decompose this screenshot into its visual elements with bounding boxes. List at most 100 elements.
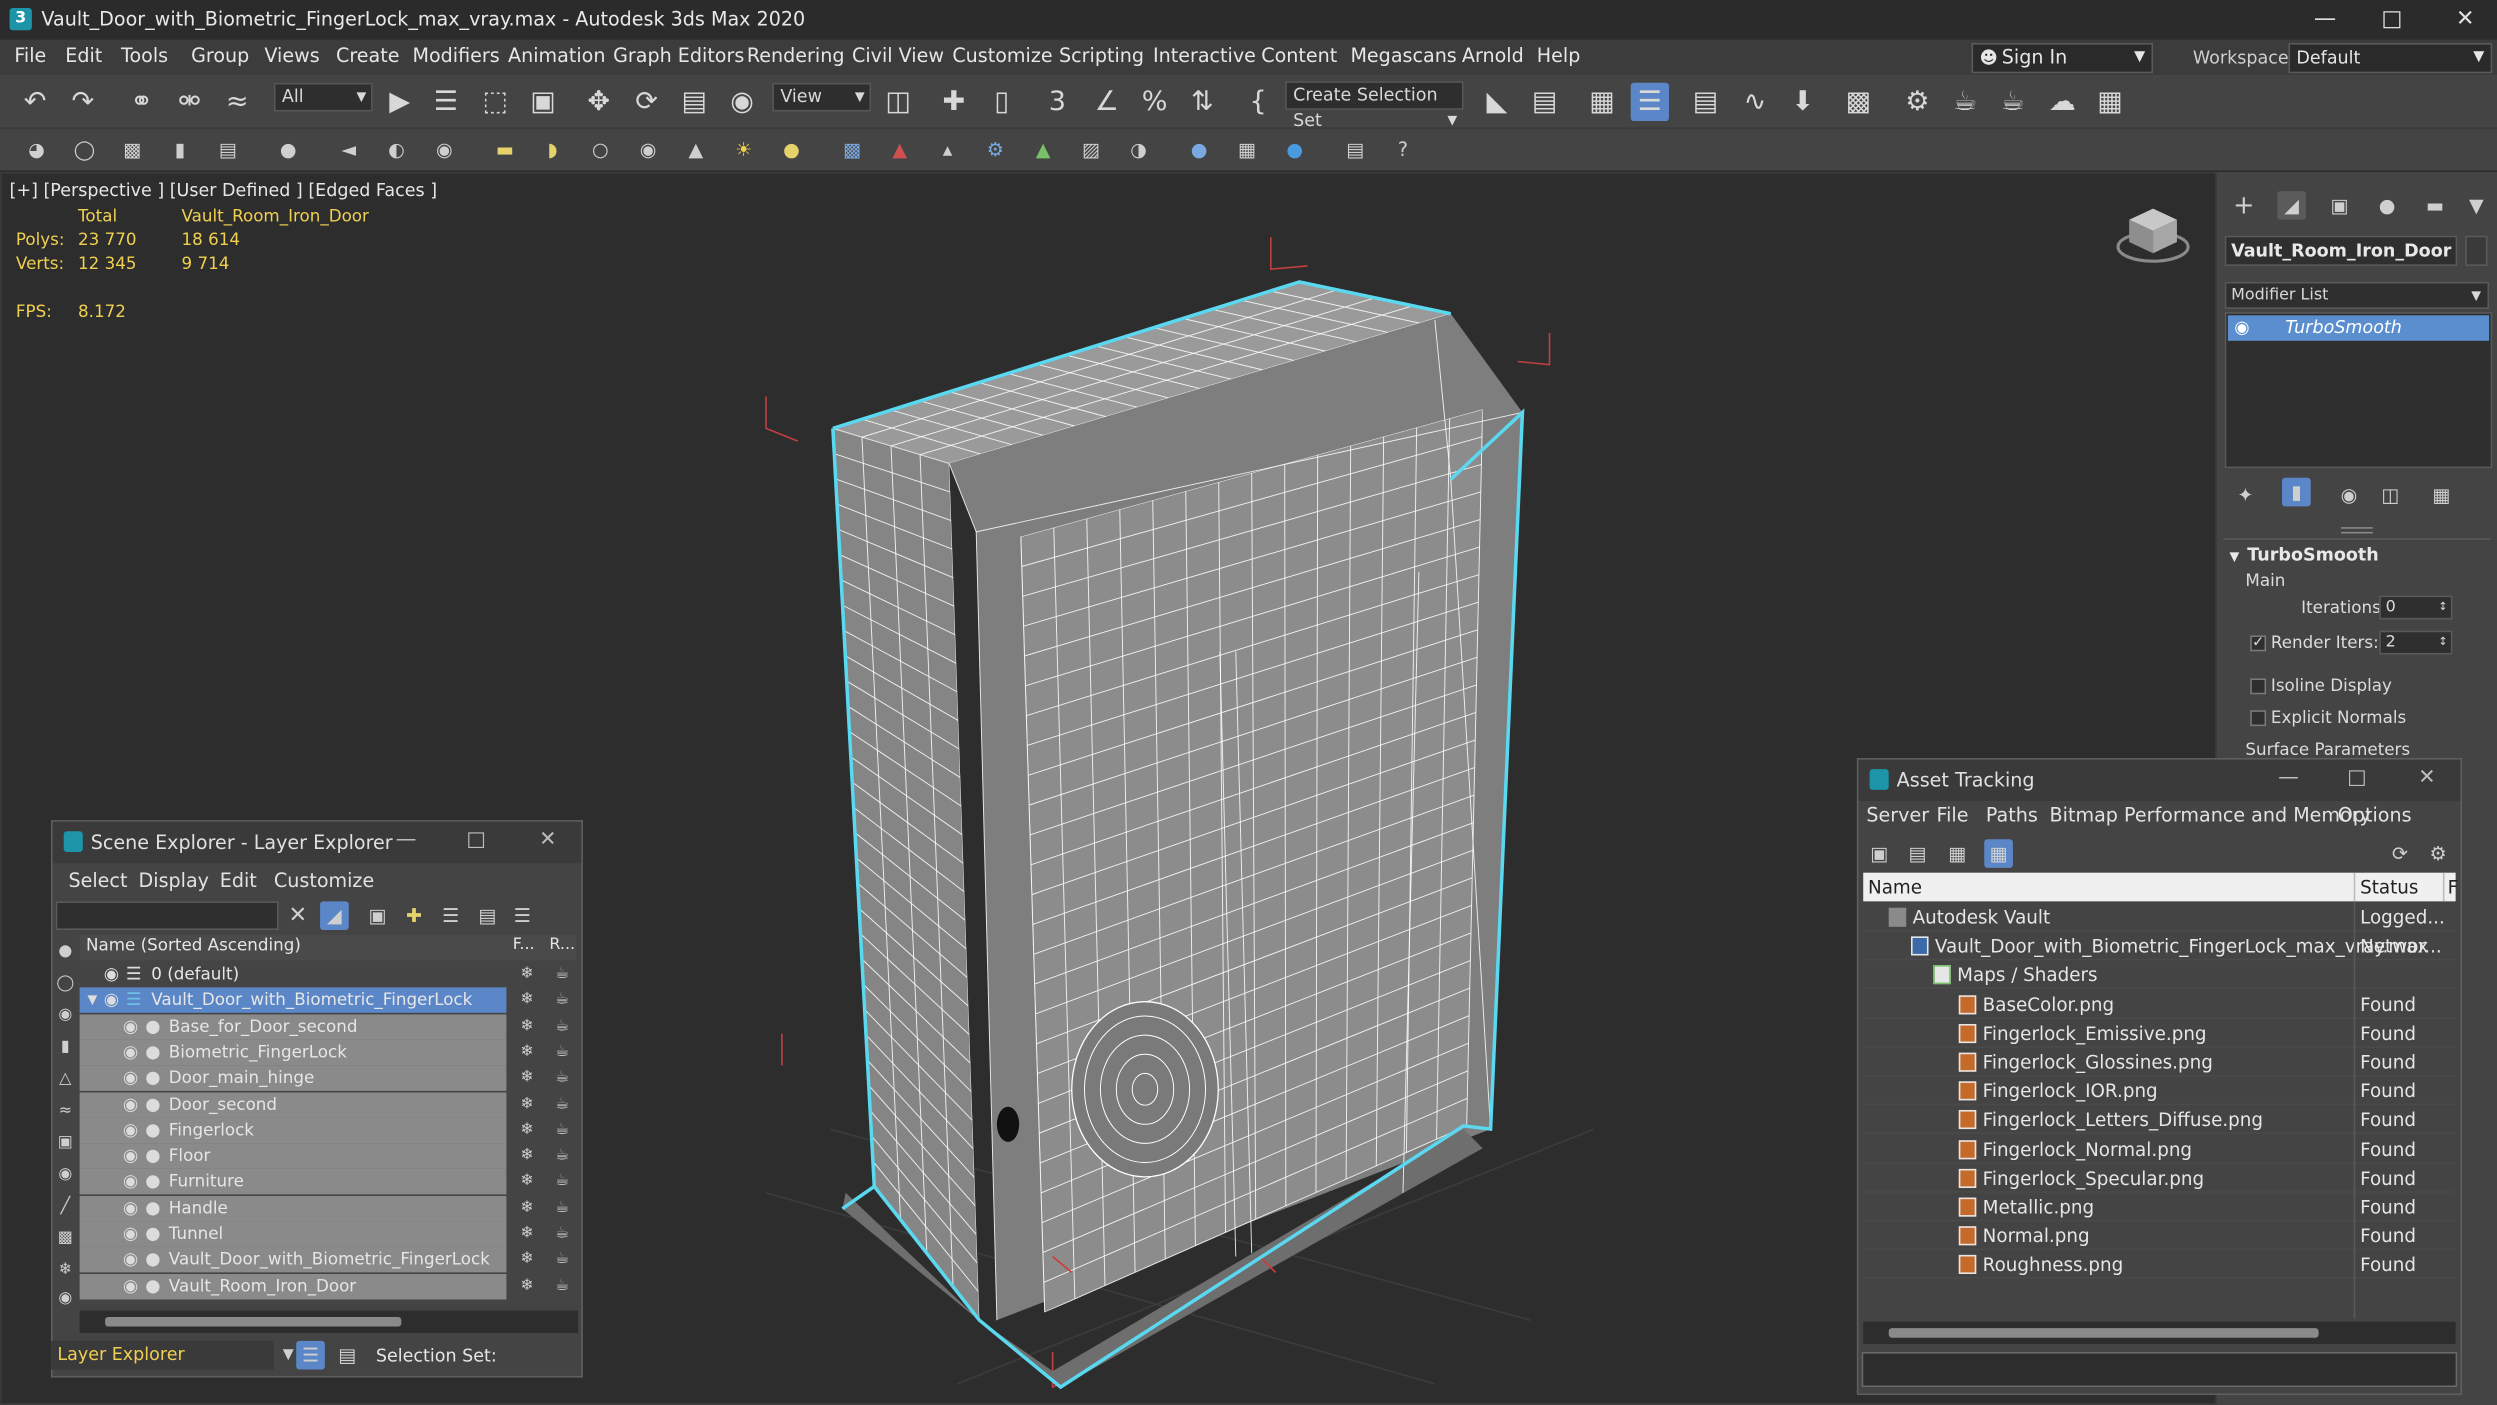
asset-row[interactable]: Normal.png Found — [1863, 1222, 2456, 1251]
snaps-toggle-icon[interactable]: 3 — [1038, 83, 1076, 121]
asset-row[interactable]: Fingerlock_Specular.png Found — [1863, 1164, 2456, 1193]
tree-view-icon[interactable]: ▦ — [1943, 839, 1972, 868]
eye-icon[interactable]: ◉ — [121, 1276, 140, 1296]
object-row[interactable]: ◉ ● Base_for_Door_second — [79, 1013, 507, 1040]
display-groups-icon[interactable]: ▣ — [53, 1131, 78, 1156]
vray-material-icon[interactable]: ● — [1185, 135, 1214, 164]
minimize-icon[interactable]: — — [390, 828, 422, 852]
menu-arnold[interactable]: Arnold — [1462, 45, 1524, 67]
object-row[interactable]: ◉ ● Tunnel — [79, 1221, 507, 1247]
menu-help[interactable]: Help — [1537, 45, 1581, 67]
object-color-swatch[interactable] — [2465, 235, 2488, 266]
rotate-icon[interactable]: ⟳ — [627, 83, 665, 121]
create-shapes-icon[interactable]: ◯ — [70, 135, 99, 164]
freeze-toggle-icon[interactable]: ❄ — [513, 1118, 542, 1143]
object-row[interactable]: ◉ ● Handle — [79, 1195, 507, 1221]
layer-explorer-footer-dropdown[interactable]: Layer Explorer — [50, 1340, 274, 1370]
expand-icon[interactable]: ▼ — [83, 991, 102, 1010]
lock-icon[interactable]: ▣ — [363, 901, 392, 930]
asset-tracking-titlebar[interactable]: Asset Tracking — □ ✕ — [1858, 759, 2461, 802]
object-row[interactable]: ◉ ● Furniture — [79, 1169, 507, 1195]
motion-tab-icon[interactable]: ● — [2373, 191, 2402, 220]
vray-scene-converter-icon[interactable]: ▤ — [1341, 135, 1370, 164]
render-setup-icon[interactable]: ⚙ — [1898, 83, 1936, 121]
utilities-tab-icon[interactable]: ▼ — [2462, 191, 2491, 220]
asset-menu-file[interactable]: File — [1936, 804, 1968, 826]
menu-modifiers[interactable]: Modifiers — [412, 45, 499, 67]
vray-fur-icon[interactable]: ▲ — [885, 135, 914, 164]
select-manipulate-icon[interactable]: ✚ — [935, 83, 973, 121]
minimize-icon[interactable]: — — [2272, 766, 2304, 790]
vray-ies-icon[interactable]: ◉ — [634, 135, 663, 164]
menu-create[interactable]: Create — [336, 45, 400, 67]
scene-explorer-menu-edit[interactable]: Edit — [220, 870, 257, 892]
asset-row[interactable]: Maps / Shaders — [1863, 961, 2456, 990]
menu-rendering[interactable]: Rendering — [747, 45, 845, 67]
material-editor-icon[interactable]: ▩ — [1839, 83, 1877, 121]
menu-megascans[interactable]: Megascans — [1350, 45, 1456, 67]
asset-row[interactable]: Roughness.png Found — [1863, 1251, 2456, 1280]
object-row[interactable]: ◉ ● Door_main_hinge — [79, 1065, 507, 1092]
scale-icon[interactable]: ▤ — [675, 83, 713, 121]
column-name-header[interactable]: Name (Sorted Ascending) — [86, 936, 301, 955]
iterations-spinner[interactable]: 0 ↕ — [2379, 595, 2453, 620]
isoline-display-checkbox[interactable] — [2250, 678, 2267, 695]
vray-sphere-light-icon[interactable]: ◗ — [538, 135, 567, 164]
freeze-toggle-icon[interactable]: ❄ — [513, 962, 542, 987]
menu-animation[interactable]: Animation — [508, 45, 605, 67]
object-row[interactable]: ◉ ● Vault_Room_Iron_Door — [79, 1273, 507, 1299]
display-tab-icon[interactable]: ▬ — [2421, 191, 2450, 220]
asset-row[interactable]: Autodesk Vault Logged... — [1863, 903, 2456, 932]
refresh-icon[interactable]: ⟳ — [2386, 839, 2415, 868]
scene-explorer-menu-customize[interactable]: Customize — [274, 870, 374, 892]
add-to-layer-icon[interactable]: ☰ — [436, 901, 465, 930]
scene-explorer-menu-display[interactable]: Display — [139, 870, 209, 892]
modify-tab-icon[interactable]: ◢ — [2277, 191, 2306, 220]
asset-row[interactable]: Fingerlock_IOR.png Found — [1863, 1077, 2456, 1106]
filter-icon[interactable]: ◢ — [320, 901, 349, 931]
eye-icon[interactable]: ◉ — [102, 990, 121, 1010]
renderable-toggle-icon[interactable]: ☕ — [548, 962, 577, 987]
renderable-toggle-icon[interactable]: ☕ — [548, 1170, 577, 1195]
object-row[interactable]: ◉ ● Biometric_FingerLock — [79, 1039, 507, 1066]
angle-snap-icon[interactable]: ∠ — [1088, 83, 1126, 121]
vray-sun-icon[interactable]: ◐ — [382, 135, 411, 164]
named-selection-set-dropdown[interactable]: Create Selection Set ▼ — [1285, 81, 1464, 131]
vray-displacement-icon[interactable]: ▴ — [933, 135, 962, 164]
eye-icon[interactable]: ◉ — [102, 964, 121, 984]
eye-icon[interactable]: ◉ — [121, 1094, 140, 1114]
create-tab-icon[interactable]: + — [2230, 190, 2259, 220]
renderable-toggle-icon[interactable]: ☕ — [548, 1195, 577, 1220]
asset-menu-paths[interactable]: Paths — [1986, 804, 2038, 826]
display-lights-icon[interactable]: ◉ — [53, 1003, 78, 1028]
bind-spacewarp-icon[interactable]: ≈ — [218, 83, 256, 121]
asset-column-name[interactable]: Name — [1868, 876, 1922, 898]
eye-icon[interactable]: ◉ — [121, 1172, 140, 1192]
eye-icon[interactable]: ◉ — [2234, 318, 2253, 338]
placement-icon[interactable]: ◉ — [723, 83, 761, 121]
menu-civil-view[interactable]: Civil View — [852, 45, 944, 67]
vray-camera-icon[interactable]: ◄ — [334, 135, 363, 164]
renderable-toggle-icon[interactable]: ☕ — [548, 1118, 577, 1143]
rect-selection-icon[interactable]: ⬚ — [476, 83, 514, 121]
vray-sun-light-icon[interactable]: ☀ — [729, 135, 758, 164]
freeze-toggle-icon[interactable]: ❄ — [513, 1040, 542, 1065]
curve-editor-icon[interactable]: ∿ — [1736, 83, 1774, 121]
vault-logon-icon[interactable]: ▣ — [1865, 839, 1894, 868]
help-icon[interactable]: ? — [1389, 135, 1418, 164]
unlink-icon[interactable]: ⚮ — [170, 83, 208, 121]
menu-content[interactable]: Content — [1261, 45, 1337, 67]
display-spacewarps-icon[interactable]: ≈ — [53, 1099, 78, 1124]
vray-render-icon[interactable]: ● — [1280, 135, 1309, 164]
settings-icon[interactable]: ⚙ — [2424, 839, 2453, 868]
freeze-toggle-icon[interactable]: ❄ — [513, 988, 542, 1013]
renderable-toggle-icon[interactable]: ☕ — [548, 1273, 577, 1298]
move-icon[interactable]: ✥ — [580, 83, 618, 121]
asset-path-field[interactable] — [1861, 1352, 2458, 1388]
asset-row[interactable]: Fingerlock_Normal.png Found — [1863, 1135, 2456, 1164]
asset-tracking-hscrollbar[interactable] — [1863, 1321, 2456, 1345]
vray-frame-buffer-icon[interactable]: ▦ — [1233, 135, 1262, 164]
close-icon[interactable]: ✕ — [2433, 3, 2497, 35]
eye-icon[interactable]: ◉ — [121, 1224, 140, 1244]
vray-ambient-icon[interactable]: ● — [777, 135, 806, 164]
